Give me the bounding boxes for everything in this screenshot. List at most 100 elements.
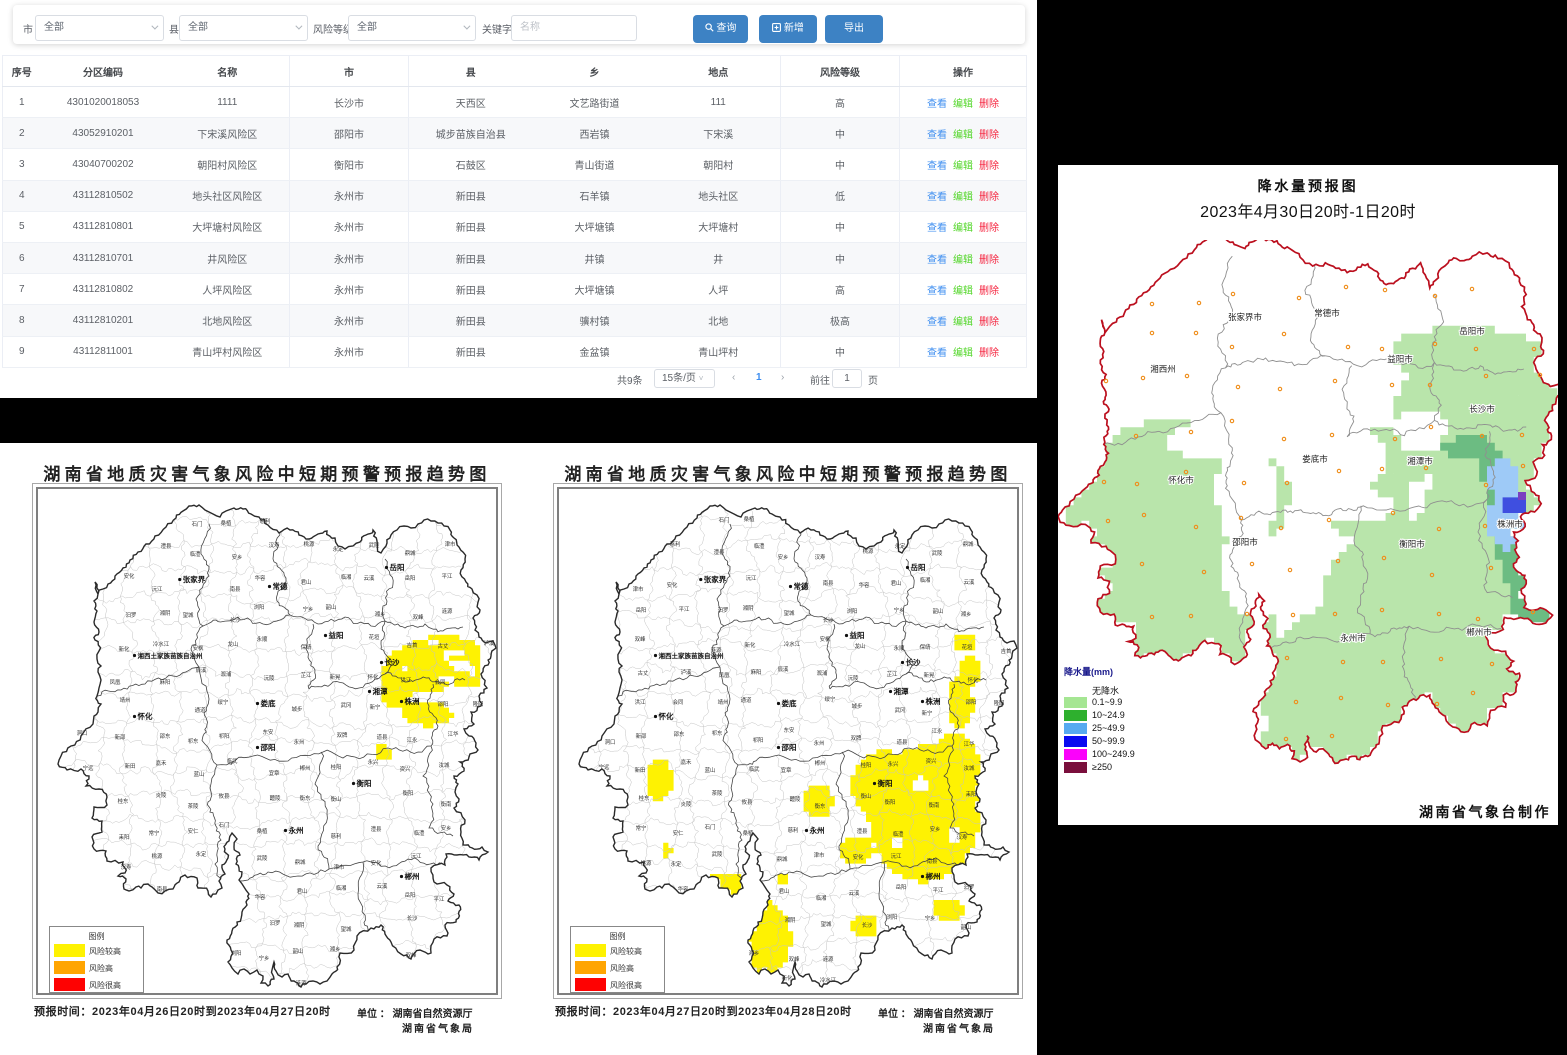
svg-text:汉寿: 汉寿 bbox=[957, 833, 968, 841]
svg-text:慈利: 慈利 bbox=[260, 517, 271, 525]
svg-text:新田: 新田 bbox=[125, 762, 136, 770]
svg-text:沅陵: 沅陵 bbox=[264, 674, 275, 682]
svg-text:沅江: 沅江 bbox=[746, 574, 757, 582]
svg-text:桂阳: 桂阳 bbox=[861, 761, 872, 769]
svg-text:汨罗: 汨罗 bbox=[126, 611, 137, 619]
svg-text:安枫: 安枫 bbox=[820, 635, 831, 643]
svg-text:湘潭市: 湘潭市 bbox=[1407, 456, 1433, 466]
svg-text:古丈: 古丈 bbox=[438, 642, 449, 650]
svg-text:津市: 津市 bbox=[633, 585, 644, 593]
svg-text:石门: 石门 bbox=[705, 823, 716, 831]
svg-text:武陵: 武陵 bbox=[369, 541, 380, 549]
svg-text:江华: 江华 bbox=[448, 730, 459, 738]
svg-text:泸溪: 泸溪 bbox=[681, 668, 692, 676]
svg-text:云溪: 云溪 bbox=[964, 578, 975, 586]
svg-text:花垣: 花垣 bbox=[369, 633, 380, 641]
svg-text:衡阳: 衡阳 bbox=[403, 789, 414, 797]
svg-text:涟源: 涟源 bbox=[711, 646, 722, 654]
svg-text:娄底: 娄底 bbox=[782, 698, 797, 708]
svg-text:常德市: 常德市 bbox=[1314, 308, 1340, 318]
svg-text:益阳: 益阳 bbox=[850, 630, 865, 640]
svg-text:道县: 道县 bbox=[897, 738, 908, 746]
svg-text:会同: 会同 bbox=[435, 678, 446, 686]
svg-text:江华: 江华 bbox=[964, 740, 975, 748]
svg-text:宜章: 宜章 bbox=[269, 769, 280, 777]
svg-text:涟源: 涟源 bbox=[823, 955, 834, 963]
svg-text:新邵: 新邵 bbox=[636, 732, 647, 740]
svg-text:湘阴: 湘阴 bbox=[160, 609, 171, 617]
svg-text:张家界: 张家界 bbox=[183, 574, 206, 584]
svg-text:常宁: 常宁 bbox=[149, 829, 160, 837]
svg-text:双峰: 双峰 bbox=[406, 951, 417, 959]
svg-text:安乡: 安乡 bbox=[930, 825, 941, 833]
svg-text:常德: 常德 bbox=[794, 581, 809, 591]
svg-text:麻阳: 麻阳 bbox=[160, 678, 171, 686]
svg-text:石门: 石门 bbox=[219, 821, 230, 829]
svg-text:浏阳: 浏阳 bbox=[887, 913, 898, 921]
svg-text:津市: 津市 bbox=[334, 863, 345, 871]
svg-text:安化: 安化 bbox=[371, 859, 382, 867]
svg-text:汝城: 汝城 bbox=[964, 764, 975, 772]
svg-text:邵东: 邵东 bbox=[674, 730, 685, 738]
svg-text:安化: 安化 bbox=[667, 581, 678, 589]
svg-text:溆浦: 溆浦 bbox=[817, 669, 828, 677]
svg-text:汨罗: 汨罗 bbox=[270, 919, 281, 927]
svg-text:云溪: 云溪 bbox=[377, 882, 388, 890]
svg-text:湘乡: 湘乡 bbox=[749, 949, 760, 957]
svg-text:临澧: 临澧 bbox=[893, 830, 904, 838]
svg-text:古丈: 古丈 bbox=[638, 669, 649, 677]
svg-text:通道: 通道 bbox=[741, 696, 752, 704]
svg-text:桑植: 桑植 bbox=[221, 519, 232, 527]
svg-text:株洲: 株洲 bbox=[405, 696, 420, 706]
svg-text:吉首: 吉首 bbox=[1001, 647, 1012, 655]
svg-text:溆浦: 溆浦 bbox=[221, 670, 232, 678]
svg-text:衡东: 衡东 bbox=[300, 794, 311, 802]
svg-text:湘乡: 湘乡 bbox=[375, 610, 386, 618]
svg-text:君山: 君山 bbox=[779, 887, 790, 895]
svg-text:蓝山: 蓝山 bbox=[705, 766, 716, 774]
svg-text:郴州: 郴州 bbox=[926, 871, 941, 881]
svg-text:靖州: 靖州 bbox=[718, 698, 729, 706]
svg-text:韶山: 韶山 bbox=[326, 603, 337, 611]
svg-text:攸县: 攸县 bbox=[742, 798, 753, 806]
svg-text:隆回: 隆回 bbox=[473, 700, 484, 708]
svg-text:湘乡: 湘乡 bbox=[330, 945, 341, 953]
svg-text:祁阳: 祁阳 bbox=[753, 736, 764, 744]
svg-text:耒阳: 耒阳 bbox=[966, 790, 977, 798]
svg-text:汝城: 汝城 bbox=[439, 761, 450, 769]
svg-text:娄底市: 娄底市 bbox=[1302, 454, 1328, 464]
svg-text:望城: 望城 bbox=[183, 611, 194, 619]
svg-text:君山: 君山 bbox=[297, 887, 308, 895]
svg-text:冷水江: 冷水江 bbox=[153, 640, 170, 648]
svg-text:嘉禾: 嘉禾 bbox=[156, 759, 167, 767]
svg-text:长沙: 长沙 bbox=[230, 616, 241, 624]
svg-text:衡阳: 衡阳 bbox=[885, 798, 896, 806]
svg-text:永顺: 永顺 bbox=[257, 635, 268, 643]
svg-text:临澧: 临澧 bbox=[754, 542, 765, 550]
svg-text:临澧: 临澧 bbox=[414, 829, 425, 837]
svg-text:君山: 君山 bbox=[891, 579, 902, 587]
svg-text:临湘: 临湘 bbox=[920, 576, 931, 584]
svg-text:隆回: 隆回 bbox=[994, 699, 1005, 707]
svg-text:临武: 临武 bbox=[749, 765, 760, 773]
svg-text:邵东: 邵东 bbox=[160, 732, 171, 740]
svg-text:张家界市: 张家界市 bbox=[1228, 312, 1263, 322]
svg-text:茶陵: 茶陵 bbox=[188, 802, 199, 810]
svg-text:怀化: 怀化 bbox=[968, 676, 979, 684]
svg-text:新宁: 新宁 bbox=[922, 709, 933, 717]
svg-text:湘潭: 湘潭 bbox=[373, 686, 388, 696]
svg-text:临武: 临武 bbox=[227, 757, 238, 765]
svg-text:澧县: 澧县 bbox=[161, 542, 172, 550]
svg-text:津市: 津市 bbox=[445, 540, 456, 548]
svg-text:资兴: 资兴 bbox=[926, 757, 937, 765]
svg-text:双峰: 双峰 bbox=[413, 613, 424, 621]
svg-text:石门: 石门 bbox=[192, 520, 203, 528]
svg-text:郴州: 郴州 bbox=[300, 764, 311, 772]
svg-text:双牌: 双牌 bbox=[337, 731, 348, 739]
svg-text:蓝山: 蓝山 bbox=[194, 770, 205, 778]
svg-text:益阳: 益阳 bbox=[329, 630, 344, 640]
svg-text:龙山: 龙山 bbox=[855, 642, 866, 650]
svg-text:吉首: 吉首 bbox=[407, 641, 418, 649]
svg-text:保靖: 保靖 bbox=[920, 643, 931, 651]
svg-text:长沙: 长沙 bbox=[906, 657, 921, 667]
